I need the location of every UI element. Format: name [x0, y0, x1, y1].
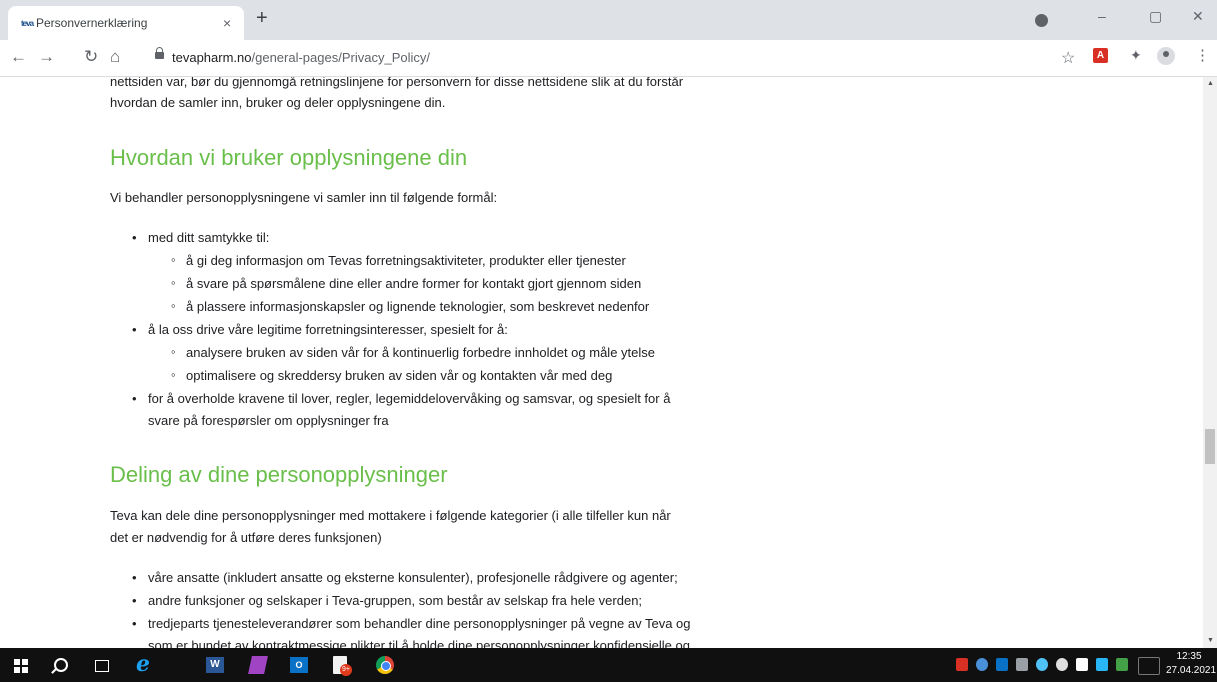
tray-network-icon[interactable] [1016, 658, 1028, 671]
tab-strip: teva Personvernerklæring × + – ▢ ✕ [0, 0, 1217, 40]
page-scrollbar[interactable]: ▲ ▼ [1203, 77, 1217, 648]
minimize-button[interactable]: – [1098, 8, 1106, 24]
clock-time: 12:35 [1176, 651, 1202, 662]
list-item: svare på forespørsler om opplysninger fr… [148, 413, 389, 428]
new-tab-button[interactable]: + [256, 8, 268, 28]
browser-toolbar: ← → ↻ ⌂ tevapharm.no/general-pages/Priva… [0, 40, 1217, 77]
bookmark-star-icon[interactable]: ☆ [1061, 48, 1075, 68]
tab-privacy-policy[interactable]: teva Personvernerklæring × [8, 6, 244, 40]
tab-close-icon[interactable]: × [223, 15, 231, 31]
tray-notification-icon[interactable] [1138, 657, 1160, 675]
tray-display-icon[interactable] [1096, 658, 1108, 671]
address-bar[interactable]: tevapharm.no/general-pages/Privacy_Polic… [139, 45, 1085, 73]
list-item: andre funksjoner og selskaper i Teva-gru… [132, 593, 642, 608]
section-lead: Teva kan dele dine personopplysninger me… [110, 508, 671, 523]
tray-app-icon[interactable] [1116, 658, 1128, 671]
section-lead: det er nødvendig for å utføre deres funk… [110, 530, 382, 545]
outlook-icon[interactable]: O [290, 657, 308, 673]
list-item: optimalisere og skreddersy bruken av sid… [171, 367, 612, 383]
home-icon[interactable]: ⌂ [110, 48, 120, 66]
list-item: å svare på spørsmålene dine eller andre … [171, 275, 641, 291]
tray-teams-icon[interactable] [976, 658, 988, 671]
list-item: som er bundet av kontraktmessige plikter… [148, 638, 690, 648]
url-text[interactable]: tevapharm.no/general-pages/Privacy_Polic… [172, 50, 430, 65]
scroll-down-icon[interactable]: ▼ [1207, 637, 1214, 644]
system-clock[interactable]: 12:35 27.04.2021 [1166, 650, 1217, 678]
tray-security-icon[interactable] [956, 658, 968, 671]
section-heading: Hvordan vi bruker opplysningene din [110, 145, 468, 170]
scrollbar-thumb[interactable] [1205, 429, 1215, 464]
list-item: våre ansatte (inkludert ansatte og ekste… [132, 570, 678, 585]
profile-indicator-icon[interactable] [1035, 14, 1048, 27]
list-item: å plassere informasjonskapsler og lignen… [171, 298, 649, 314]
tray-sync-icon[interactable] [1036, 658, 1048, 671]
task-view-icon[interactable] [95, 660, 109, 672]
menu-icon[interactable]: ⋮ [1195, 46, 1210, 64]
lock-icon[interactable] [155, 47, 164, 59]
list-item: å la oss drive våre legitime forretnings… [132, 322, 508, 337]
maximize-button[interactable]: ▢ [1149, 8, 1162, 25]
section-lead: Vi behandler personopplysningene vi saml… [110, 190, 498, 205]
search-icon[interactable] [54, 658, 68, 672]
onenote-icon[interactable] [248, 656, 268, 674]
intro-line: hvordan de samler inn, bruker og deler o… [110, 95, 446, 110]
page-content: nettsiden var, bør du gjennomgå retnings… [0, 77, 1203, 648]
tray-update-icon[interactable] [1056, 658, 1068, 671]
internet-explorer-icon[interactable]: e [136, 651, 156, 677]
windows-taskbar: e W O 12:35 27.04.2021 [0, 648, 1217, 682]
clock-date: 27.04.2021 [1166, 665, 1217, 676]
scroll-up-icon[interactable]: ▲ [1207, 80, 1214, 87]
windows-start-icon[interactable] [14, 659, 28, 673]
list-item: å gi deg informasjon om Tevas forretning… [171, 252, 626, 268]
list-item: med ditt samtykke til: [132, 230, 269, 245]
pdf-extension-icon[interactable]: A [1093, 48, 1108, 63]
forward-icon[interactable]: → [38, 48, 55, 66]
list-item: tredjeparts tjenesteleverandører som beh… [132, 616, 690, 631]
acrobat-icon[interactable] [333, 656, 352, 676]
section-heading: Deling av dine personopplysninger [110, 462, 448, 487]
list-item: for å overholde kravene til lover, regle… [132, 391, 670, 406]
word-icon[interactable]: W [206, 657, 224, 673]
tray-outlook-icon[interactable] [996, 658, 1008, 671]
tray-shield-icon[interactable] [1076, 658, 1088, 671]
back-icon[interactable]: ← [10, 48, 27, 66]
close-window-button[interactable]: ✕ [1192, 8, 1204, 25]
list-item: analysere bruken av siden vår for å kont… [171, 344, 655, 360]
chrome-icon[interactable] [376, 656, 394, 674]
teva-favicon-icon: teva [21, 19, 34, 28]
account-avatar[interactable] [1157, 47, 1175, 65]
extensions-icon[interactable]: ✦ [1130, 47, 1142, 64]
tab-title: Personvernerklæring [36, 16, 148, 30]
intro-line: nettsiden var, bør du gjennomgå retnings… [110, 77, 684, 89]
reload-icon[interactable]: ↻ [84, 48, 98, 66]
